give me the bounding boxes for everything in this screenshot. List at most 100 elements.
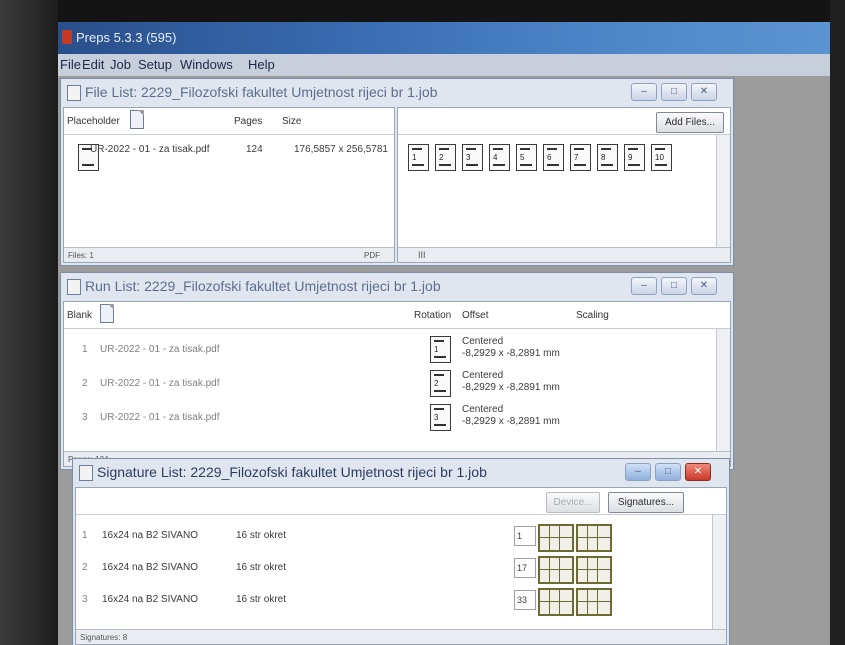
signature-name: 16x24 na B2 SIVANO	[102, 562, 198, 573]
minimize-button[interactable]: –	[625, 463, 651, 481]
run-table-pane: Blank Rotation Offset Scaling 1 UR-2022 …	[63, 301, 731, 467]
signature-table-pane: Device... Signatures... 1 16x24 na B2 SI…	[75, 487, 727, 645]
column-header-offset[interactable]: Offset	[462, 310, 489, 321]
page-number: 9	[628, 153, 633, 162]
page-thumbnail[interactable]: 8	[597, 144, 618, 171]
menu-help[interactable]: Help	[248, 57, 275, 72]
page-thumbnail[interactable]: 6	[543, 144, 564, 171]
run-list-window: Run List: 2229_Filozofski fakultet Umjet…	[60, 272, 734, 470]
table-row[interactable]: UR-2022 - 01 - za tisak.pdf 124 176,5857…	[64, 138, 394, 178]
offset-value: -8,2929 x -8,2891 mm	[462, 416, 560, 427]
status-bar: Signatures: 8	[76, 629, 726, 644]
table-row[interactable]: 2 UR-2022 - 01 - za tisak.pdf 2 Centered…	[64, 366, 714, 400]
page-number: 4	[493, 153, 498, 162]
file-size: 176,5857 x 256,5781	[294, 144, 388, 155]
maximize-button[interactable]: □	[661, 83, 687, 101]
sheet-layout-icon	[576, 588, 612, 616]
app-title: Preps 5.3.3 (595)	[76, 30, 177, 45]
signature-name: 16x24 na B2 SIVANO	[102, 594, 198, 605]
menu-file[interactable]: File	[60, 57, 81, 72]
page-thumbnail-pane: Add Files... 1 2 3 4 5 6 7 8 9 10 III	[397, 107, 731, 263]
minimize-button[interactable]: –	[631, 277, 657, 295]
page-thumbnail: 1	[430, 336, 451, 363]
vertical-scrollbar[interactable]	[716, 135, 730, 247]
row-number: 1	[82, 530, 88, 541]
page-thumbnail[interactable]: 3	[462, 144, 483, 171]
signature-type: 16 str okret	[236, 530, 287, 541]
signature-list-titlebar: Signature List: 2229_Filozofski fakultet…	[73, 459, 729, 485]
page-number: 3	[434, 413, 439, 422]
file-type-label: PDF	[364, 251, 380, 260]
page-thumbnail[interactable]: 1	[408, 144, 429, 171]
blank-page-icon[interactable]	[100, 304, 114, 323]
run-list-titlebar: Run List: 2229_Filozofski fakultet Umjet…	[61, 273, 733, 299]
signature-type: 16 str okret	[236, 562, 287, 573]
start-page: 1	[514, 526, 536, 546]
file-table-pane: Placeholder Pages Size UR-2022 - 01 - za…	[63, 107, 395, 263]
placeholder-page-icon[interactable]	[130, 110, 144, 129]
close-button[interactable]: ✕	[691, 83, 717, 101]
table-row[interactable]: 3 UR-2022 - 01 - za tisak.pdf 3 Centered…	[64, 400, 714, 434]
signature-name: 16x24 na B2 SIVANO	[102, 530, 198, 541]
signature-list-window: Signature List: 2229_Filozofski fakultet…	[72, 458, 730, 645]
page-thumbnail[interactable]: 2	[435, 144, 456, 171]
window-controls: – □ ✕	[631, 83, 727, 101]
start-page: 17	[514, 558, 536, 578]
page-thumbnail[interactable]: 4	[489, 144, 510, 171]
column-header-blank[interactable]: Blank	[67, 310, 92, 321]
menu-job[interactable]: Job	[110, 57, 131, 72]
menu-edit[interactable]: Edit	[82, 57, 104, 72]
run-file-name: UR-2022 - 01 - za tisak.pdf	[100, 344, 220, 355]
document-icon	[67, 85, 81, 101]
page-thumbnail: 3	[430, 404, 451, 431]
table-row[interactable]: 1 16x24 na B2 SIVANO 16 str okret 1	[76, 520, 712, 552]
page-number: 3	[466, 153, 471, 162]
menu-setup[interactable]: Setup	[138, 57, 172, 72]
sheet-layout-icon	[576, 524, 612, 552]
page-number: 8	[601, 153, 606, 162]
sheet-layout-icon	[576, 556, 612, 584]
vertical-scrollbar[interactable]	[712, 515, 726, 629]
page-thumbnail[interactable]: 9	[624, 144, 645, 171]
file-name: UR-2022 - 01 - za tisak.pdf	[90, 144, 210, 155]
scroll-thumb[interactable]: III	[418, 250, 426, 260]
minimize-button[interactable]: –	[631, 83, 657, 101]
start-page: 33	[514, 590, 536, 610]
page-number: 2	[439, 153, 444, 162]
close-button[interactable]: ✕	[685, 463, 711, 481]
signatures-count: Signatures: 8	[80, 633, 128, 642]
maximize-button[interactable]: □	[661, 277, 687, 295]
column-header-size[interactable]: Size	[282, 116, 301, 127]
page-thumbnail[interactable]: 7	[570, 144, 591, 171]
menu-windows[interactable]: Windows	[180, 57, 233, 72]
monitor-bezel-right	[830, 0, 845, 645]
page-number: 6	[547, 153, 552, 162]
offset-mode: Centered	[462, 336, 504, 347]
status-bar: Files: 1 PDF	[64, 247, 394, 262]
maximize-button[interactable]: □	[655, 463, 681, 481]
horizontal-scrollbar[interactable]: III	[398, 247, 730, 262]
page-number: 10	[655, 153, 664, 162]
column-header-pages[interactable]: Pages	[234, 116, 262, 127]
page-thumbnail[interactable]: 5	[516, 144, 537, 171]
close-button[interactable]: ✕	[691, 277, 717, 295]
offset-value: -8,2929 x -8,2891 mm	[462, 382, 560, 393]
table-row[interactable]: 1 UR-2022 - 01 - za tisak.pdf 1 Centered…	[64, 332, 714, 366]
signature-type: 16 str okret	[236, 594, 287, 605]
column-header-placeholder[interactable]: Placeholder	[67, 116, 120, 127]
signatures-button[interactable]: Signatures...	[608, 492, 684, 513]
offset-value: -8,2929 x -8,2891 mm	[462, 348, 560, 359]
file-list-window: File List: 2229_Filozofski fakultet Umje…	[60, 78, 734, 266]
column-header-scaling[interactable]: Scaling	[576, 310, 609, 321]
page-number: 2	[434, 379, 439, 388]
device-button[interactable]: Device...	[546, 492, 600, 513]
vertical-scrollbar[interactable]	[716, 329, 730, 451]
column-header-rotation[interactable]: Rotation	[414, 310, 451, 321]
table-row[interactable]: 3 16x24 na B2 SIVANO 16 str okret 33	[76, 584, 712, 616]
sheet-layout-icon	[538, 588, 574, 616]
run-file-name: UR-2022 - 01 - za tisak.pdf	[100, 378, 220, 389]
table-row[interactable]: 2 16x24 na B2 SIVANO 16 str okret 17	[76, 552, 712, 584]
offset-mode: Centered	[462, 404, 504, 415]
file-pages: 124	[246, 144, 263, 155]
page-thumbnail[interactable]: 10	[651, 144, 672, 171]
